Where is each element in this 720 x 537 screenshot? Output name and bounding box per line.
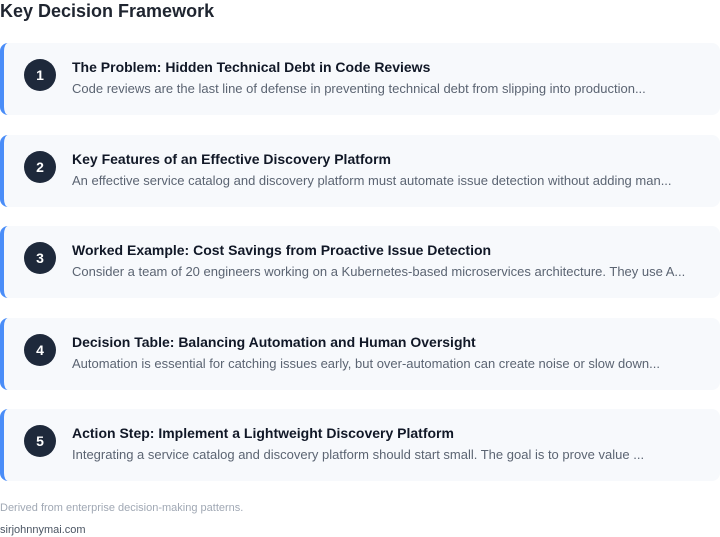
framework-card-2: 2 Key Features of an Effective Discovery… <box>0 135 720 207</box>
step-number-badge: 2 <box>24 151 56 183</box>
step-number-badge: 4 <box>24 334 56 366</box>
card-title: Worked Example: Cost Savings from Proact… <box>72 242 492 258</box>
step-number-badge: 5 <box>24 425 56 457</box>
card-description: Integrating a service catalog and discov… <box>72 447 645 462</box>
framework-card-1: 1 The Problem: Hidden Technical Debt in … <box>0 43 720 115</box>
framework-card-5: 5 Action Step: Implement a Lightweight D… <box>0 409 720 481</box>
card-description: Consider a team of 20 engineers working … <box>72 264 686 279</box>
card-title: Action Step: Implement a Lightweight Dis… <box>72 425 454 441</box>
card-title: Decision Table: Balancing Automation and… <box>72 334 476 350</box>
framework-card-4: 4 Decision Table: Balancing Automation a… <box>0 318 720 390</box>
card-description: Code reviews are the last line of defens… <box>72 81 646 96</box>
card-title: Key Features of an Effective Discovery P… <box>72 151 392 167</box>
source-note: Derived from enterprise decision-making … <box>0 502 244 514</box>
card-description: Automation is essential for catching iss… <box>72 356 660 371</box>
page-title: Key Decision Framework <box>0 1 215 21</box>
step-number-badge: 3 <box>24 242 56 274</box>
framework-card-3: 3 Worked Example: Cost Savings from Proa… <box>0 226 720 298</box>
card-description: An effective service catalog and discove… <box>72 173 672 188</box>
site-credit: sirjohnnymai.com <box>0 524 86 536</box>
step-number-badge: 1 <box>24 59 56 91</box>
card-title: The Problem: Hidden Technical Debt in Co… <box>72 59 431 75</box>
